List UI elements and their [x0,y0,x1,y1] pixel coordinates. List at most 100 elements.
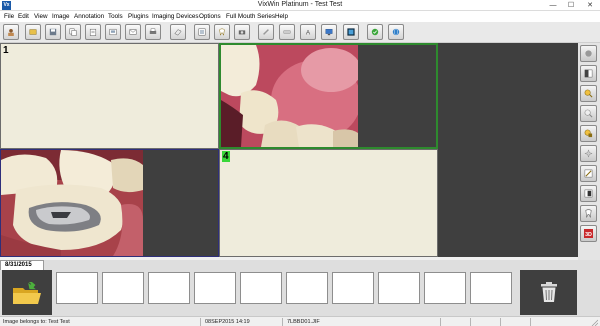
globe-icon [392,28,400,36]
thumbnail-slot[interactable] [424,272,466,304]
layout-button[interactable] [343,24,359,40]
menu-tools[interactable]: Tools [108,12,123,21]
pencil-button[interactable] [258,24,274,40]
molar-amalgam-photo [1,150,143,256]
3d-button[interactable]: 3D [580,225,597,242]
main-toolbar: A [0,22,600,43]
menu-bar: File Edit View Image Annotation Tools Pl… [0,11,600,22]
patient-button[interactable] [3,24,19,40]
zoom-out-icon [584,109,593,118]
panel-number: 4 [222,151,230,162]
ruler-button[interactable] [279,24,295,40]
pan-button[interactable] [580,125,597,142]
export-icon [109,28,117,36]
image-panel-4[interactable]: 4 [219,149,438,257]
window-title: VixWin Platinum - Test Test [257,1,343,8]
menu-plugins[interactable]: Plugins [128,12,149,21]
resize-grip-icon[interactable] [590,318,598,326]
sharpen-icon [584,149,593,158]
contrast-button[interactable] [580,65,597,82]
date-tab[interactable]: 8/31/2015 [0,260,44,270]
tooth-button[interactable] [580,205,597,222]
eraser-button[interactable] [170,24,186,40]
open-icon [29,29,37,35]
layout-icon [347,28,355,36]
panel-number: 1 [3,45,9,56]
status-separator [530,318,531,326]
brightness-button[interactable] [580,45,597,62]
menu-annotation[interactable]: Annotation [74,12,104,21]
thumbnail-slot[interactable] [240,272,282,304]
check-icon [371,28,379,36]
patient-icon [8,28,14,36]
invert-button[interactable] [580,185,597,202]
view-icon [198,28,206,36]
svg-text:A: A [306,29,311,36]
thumbnail-slot[interactable] [56,272,98,304]
globe-button[interactable] [388,24,404,40]
monitor-button[interactable] [321,24,337,40]
status-separator [500,318,501,326]
text-annotation-button[interactable]: A [300,24,316,40]
brightness-icon [585,50,592,57]
thumbnail-slot[interactable] [194,272,236,304]
zoom-in-button[interactable] [580,85,597,102]
print-button[interactable] [145,24,161,40]
email-button[interactable] [125,24,141,40]
invert-icon [584,189,593,198]
monitor-icon [325,29,333,36]
camera-button[interactable] [234,24,250,40]
copy-button[interactable] [65,24,81,40]
trash-icon [541,282,557,302]
open-folder-button[interactable] [2,270,52,315]
status-separator [440,318,441,326]
svg-text:3D: 3D [585,232,592,238]
pencil-icon [263,29,269,35]
minimize-button[interactable]: — [545,0,561,11]
status-separator [470,318,471,326]
tooth-capture-button[interactable] [214,24,230,40]
menu-view[interactable]: View [34,12,48,21]
thumbnail-slot[interactable] [286,272,328,304]
menu-full-mouth-series[interactable]: Full Mouth Series [226,12,275,21]
status-filename: 7LBBD01.JIF [287,319,320,325]
upper-teeth-gum-photo [221,45,358,147]
sharpen-button[interactable] [580,145,597,162]
save-button[interactable] [45,24,61,40]
thumbnail-slot[interactable] [148,272,190,304]
menu-help[interactable]: Help [275,12,288,21]
export-button[interactable] [105,24,121,40]
image-panel-1[interactable]: 1 [0,43,219,149]
check-button[interactable] [367,24,383,40]
close-button[interactable]: ✕ [582,0,598,11]
zoom-in-icon [584,89,593,98]
thumbnail-slot[interactable] [470,272,512,304]
pan-icon [584,129,593,138]
print-icon [149,28,157,34]
folder-open-icon [13,282,41,304]
image-panel-2[interactable] [219,43,438,149]
maximize-button[interactable]: ☐ [563,0,579,11]
zoom-out-button[interactable] [580,105,597,122]
delete-button[interactable] [520,270,577,315]
thumbnail-slot[interactable] [378,272,420,304]
thumbnail-slot[interactable] [102,272,144,304]
eraser-icon [174,29,182,36]
menu-options[interactable]: Options [199,12,221,21]
title-bar: Vx VixWin Platinum - Test Test — ☐ ✕ [0,0,600,11]
menu-file[interactable]: File [4,12,14,21]
tooth-icon [219,28,225,36]
rotate-button[interactable] [580,165,597,182]
open-button[interactable] [25,24,41,40]
menu-image[interactable]: Image [52,12,70,21]
view-button[interactable] [194,24,210,40]
status-separator [282,318,283,326]
image-panel-3[interactable] [0,149,219,257]
tooth-icon [585,209,592,218]
status-owner: Image belongs to: Test Test [3,319,70,325]
text-annotation-icon: A [306,29,311,36]
paste-button[interactable] [85,24,101,40]
menu-edit[interactable]: Edit [18,12,29,21]
thumbnail-slot[interactable] [332,272,374,304]
menu-imaging-devices[interactable]: Imaging Devices [152,12,199,21]
